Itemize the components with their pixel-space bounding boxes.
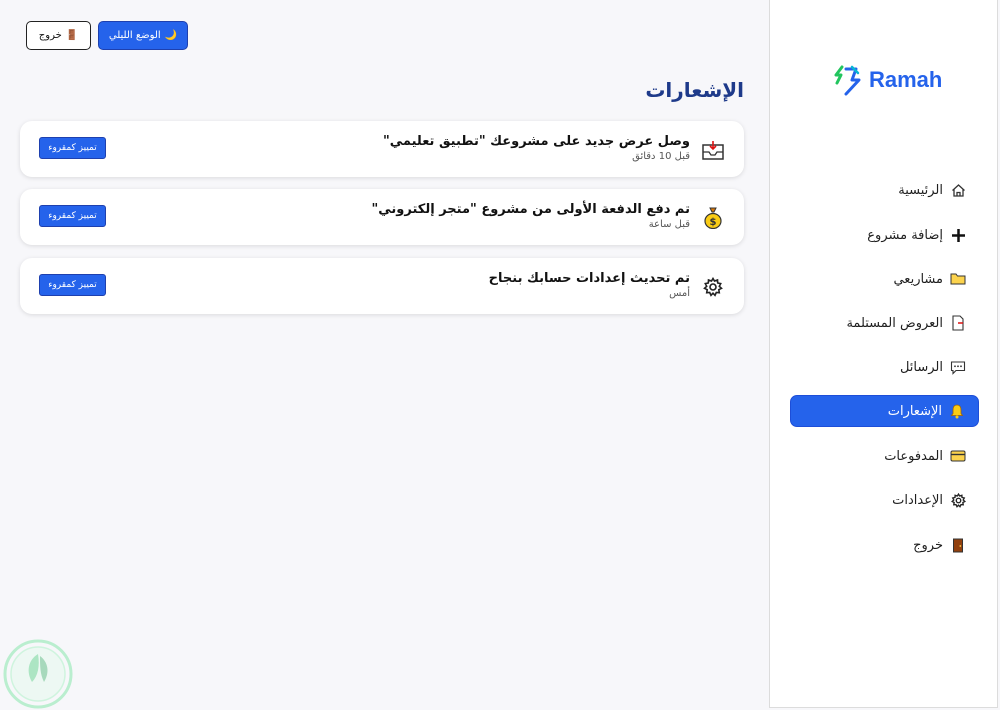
sidebar-item-received-offers[interactable]: العروض المستلمة (846, 307, 967, 339)
document-icon (949, 314, 967, 332)
plus-icon (949, 226, 967, 244)
mark-as-read-button[interactable]: تمييز كمقروء (39, 137, 106, 159)
sidebar-item-settings[interactable]: الإعدادات (892, 484, 967, 516)
sidebar-item-my-projects[interactable]: مشاريعي (893, 263, 967, 295)
folder-icon (949, 270, 967, 288)
sidebar-item-label: الرئيسية (898, 182, 943, 198)
sidebar-item-label: خروج (913, 537, 943, 553)
bell-icon (948, 402, 966, 420)
brand-logo[interactable]: Ramah (832, 62, 942, 98)
notification-time: قبل ساعة (648, 219, 690, 230)
chat-icon (949, 358, 967, 376)
sidebar-item-label: إضافة مشروع (867, 227, 943, 243)
sidebar-item-add-project[interactable]: إضافة مشروع (867, 219, 967, 251)
logout-button[interactable]: 🚪 خروج (26, 21, 91, 50)
page-title: الإشعارات (645, 78, 744, 102)
sidebar-item-logout[interactable]: خروج (913, 529, 967, 561)
mark-as-read-button[interactable]: تمييز كمقروء (39, 274, 106, 296)
dark-mode-button[interactable]: 🌙 الوضع الليلي (98, 21, 188, 50)
money-bag-icon: $ (700, 205, 726, 231)
moon-icon: 🌙 (164, 30, 178, 41)
door-icon (949, 536, 967, 554)
sidebar-item-messages[interactable]: الرسائل (900, 351, 967, 383)
notification-title: وصل عرض جديد على مشروعك "تطبيق تعليمي" (382, 134, 690, 149)
sidebar-item-home[interactable]: الرئيسية (898, 174, 967, 206)
gear-icon (949, 491, 967, 509)
sidebar: Ramah الرئيسية إضافة مشروع مشاريعي العرو… (769, 0, 998, 708)
sidebar-item-notifications[interactable]: الإشعارات (790, 395, 979, 427)
sidebar-item-label: المدفوعات (884, 448, 943, 464)
sidebar-item-payments[interactable]: المدفوعات (884, 440, 967, 472)
card-icon (949, 447, 967, 465)
mark-as-read-button[interactable]: تمييز كمقروء (39, 205, 106, 227)
gear-icon (700, 274, 726, 300)
inbox-icon (700, 137, 726, 163)
logo-icon (834, 65, 861, 96)
sidebar-item-label: الرسائل (899, 359, 943, 375)
dark-mode-label: الوضع الليلي (108, 30, 161, 41)
door-icon: 🚪 (65, 30, 79, 41)
notification-card: وصل عرض جديد على مشروعك "تطبيق تعليمي" ق… (20, 121, 744, 177)
watermark-seal (2, 638, 74, 710)
sidebar-item-label: مشاريعي (893, 271, 943, 287)
notification-title: تم تحديث إعدادات حسابك بنجاح (488, 271, 690, 286)
notification-card: $ تم دفع الدفعة الأولى من مشروع "متجر إل… (20, 189, 744, 245)
home-icon (949, 181, 967, 199)
notification-title: تم دفع الدفعة الأولى من مشروع "متجر إلكت… (371, 202, 691, 217)
svg-text:$: $ (710, 217, 717, 228)
notification-card: تم تحديث إعدادات حسابك بنجاح أمس تمييز ك… (20, 258, 744, 314)
brand-name: Ramah (869, 67, 943, 92)
logout-label: خروج (38, 30, 62, 41)
sidebar-item-label: الإعدادات (892, 492, 943, 508)
sidebar-item-label: الإشعارات (887, 403, 942, 419)
sidebar-item-label: العروض المستلمة (846, 315, 943, 331)
notification-time: قبل 10 دقائق (632, 151, 690, 162)
notification-time: أمس (669, 288, 690, 299)
